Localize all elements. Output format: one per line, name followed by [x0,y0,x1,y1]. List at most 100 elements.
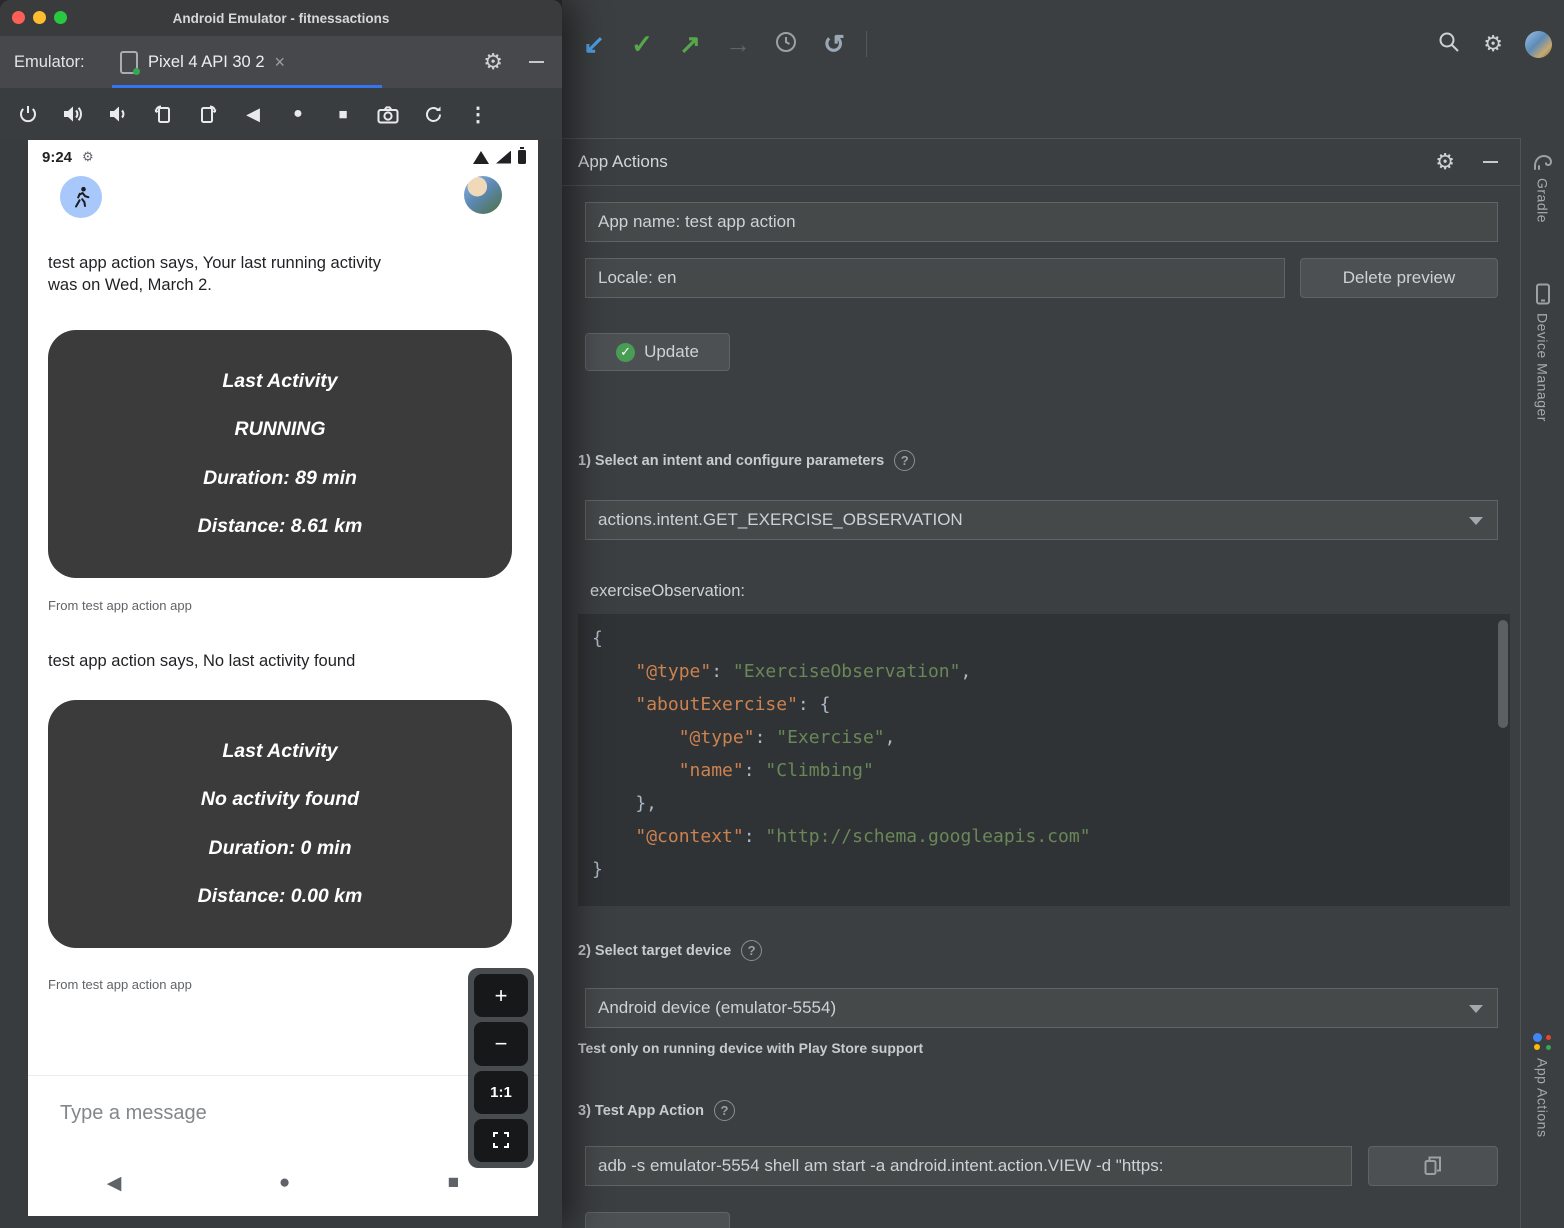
snapshot-button[interactable] [421,102,445,126]
from-app-label: From test app action app [48,598,192,613]
phone-tab-icon [120,51,138,74]
panel-gear-icon[interactable]: ⚙ [1435,151,1455,173]
card-distance: Distance: 0.00 km [198,885,363,908]
help-icon[interactable]: ? [714,1100,735,1121]
partial-bottom-button[interactable] [585,1212,730,1228]
card-activity-type: No activity found [201,788,359,811]
power-button[interactable] [16,102,40,126]
code-scrollbar[interactable] [1498,620,1508,728]
fit-to-screen-button[interactable] [474,1119,528,1162]
delete-preview-button[interactable]: Delete preview [1300,258,1498,298]
message-compose-bar[interactable]: Type a message [28,1075,538,1151]
nav-overview-button[interactable]: ■ [448,1172,459,1194]
volume-up-button[interactable] [61,102,85,126]
back-button[interactable]: ◀ [241,102,265,126]
android-nav-bar: ◀ ● ■ [28,1150,538,1216]
copy-icon [1424,1156,1442,1176]
intent-dropdown[interactable]: actions.intent.GET_EXERCISE_OBSERVATION [585,500,1498,540]
update-button[interactable]: ✓ Update [585,333,730,371]
card-title: Last Activity [222,370,337,393]
emulator-tab-bar: Emulator: Pixel 4 API 30 2 × [0,36,562,88]
tool-tab-gradle[interactable]: Gradle [1521,152,1564,223]
undo-icon[interactable]: ↺ [810,31,858,57]
status-bar: 9:24 ⚙ [28,140,538,174]
adb-command-value: adb -s emulator-5554 shell am start -a a… [598,1156,1163,1176]
help-icon[interactable]: ? [894,450,915,471]
clock-icon[interactable] [762,30,810,58]
emulator-tabbar-right: ⚙ [483,36,544,88]
gradle-elephant-icon [1532,152,1554,170]
tool-tab-device-manager[interactable]: Device Manager [1521,283,1564,422]
rotate-right-button[interactable] [196,102,220,126]
emulator-settings-gear-icon[interactable]: ⚙ [483,51,503,73]
panel-minimize-icon[interactable] [1483,161,1498,163]
search-icon[interactable] [1437,30,1461,59]
macos-titlebar: Android Emulator - fitnessactions [0,0,562,36]
copy-command-button[interactable] [1368,1146,1498,1186]
panel-title: App Actions [578,152,668,172]
intent-value: actions.intent.GET_EXERCISE_OBSERVATION [598,510,963,530]
home-button[interactable]: ● [286,102,310,126]
from-app-label: From test app action app [48,977,192,992]
fit-screen-icon [493,1132,509,1148]
tool-tab-app-actions[interactable]: App Actions [1521,1033,1564,1137]
android-studio-window: ↙ ✓ ↗ → ↺ ⚙ App Actions ⚙ App name: [562,0,1564,1228]
check-icon[interactable]: ✓ [618,31,666,57]
zoom-controls-overlay: + − 1:1 [468,968,534,1168]
assistant-avatar [60,176,102,218]
device-tab[interactable]: Pixel 4 API 30 2 × [112,36,382,88]
adb-command-input[interactable]: adb -s emulator-5554 shell am start -a a… [585,1146,1352,1186]
intent-parameters-editor[interactable]: { "@type": "ExerciseObservation", "about… [578,614,1510,906]
parameter-label: exerciseObservation: [590,582,745,601]
emulator-label: Emulator: [14,53,85,72]
zoom-out-button[interactable]: − [474,1022,528,1065]
nav-home-button[interactable]: ● [279,1172,290,1194]
emulator-controls: ◀ ● ■ ⋮ [0,88,562,140]
zoom-reset-button[interactable]: 1:1 [474,1071,528,1114]
app-name-input[interactable]: App name: test app action [585,202,1498,242]
zoom-in-button[interactable]: + [474,974,528,1017]
settings-gear-icon[interactable]: ⚙ [1483,33,1503,55]
window-title: Android Emulator - fitnessactions [0,0,562,36]
app-actions-panel-header: App Actions ⚙ [562,138,1520,186]
volume-down-button[interactable] [106,102,130,126]
tab-close-icon[interactable]: × [275,52,286,73]
app-name-value: App name: test app action [598,212,796,232]
chevron-down-icon [1469,1005,1483,1013]
tool-window-stripe: Gradle Device Manager App Actions [1520,138,1564,1228]
arrow-right-icon[interactable]: → [714,31,762,57]
activity-card: Last Activity RUNNING Duration: 89 min D… [48,330,512,578]
section-select-intent: 1) Select an intent and configure parame… [578,450,915,471]
chevron-down-icon [1469,517,1483,525]
device-dropdown[interactable]: Android device (emulator-5554) [585,988,1498,1028]
section-test-app-action: 3) Test App Action ? [578,1100,735,1121]
arrow-down-left-icon[interactable]: ↙ [570,31,618,57]
signal-icon [496,151,511,164]
device-value: Android device (emulator-5554) [598,998,836,1018]
assistant-message: test app action says, No last activity f… [48,650,355,672]
activity-card: Last Activity No activity found Duration… [48,700,512,948]
camera-button[interactable] [376,102,400,126]
card-distance: Distance: 8.61 km [198,515,363,538]
emulator-minimize-icon[interactable] [529,61,544,63]
status-time: 9:24 [42,149,72,166]
assistant-dots-icon [1533,1033,1553,1050]
arrow-up-right-icon[interactable]: ↗ [666,31,714,57]
more-options-button[interactable]: ⋮ [466,102,490,126]
update-check-icon: ✓ [616,343,635,362]
card-title: Last Activity [222,740,337,763]
assistant-message: test app action says, Your last running … [48,252,381,296]
nav-back-button[interactable]: ◀ [107,1172,122,1195]
rotate-left-button[interactable] [151,102,175,126]
status-gear-icon: ⚙ [82,149,94,165]
profile-avatar[interactable] [1525,31,1552,58]
locale-input[interactable]: Locale: en [585,258,1285,298]
user-avatar [464,176,502,214]
toolbar-separator [866,31,867,57]
overview-button[interactable]: ■ [331,102,355,126]
card-activity-type: RUNNING [235,418,326,441]
help-icon[interactable]: ? [741,940,762,961]
device-note: Test only on running device with Play St… [578,1040,923,1056]
device-manager-icon [1535,283,1551,305]
studio-main-toolbar: ↙ ✓ ↗ → ↺ [562,0,1564,88]
